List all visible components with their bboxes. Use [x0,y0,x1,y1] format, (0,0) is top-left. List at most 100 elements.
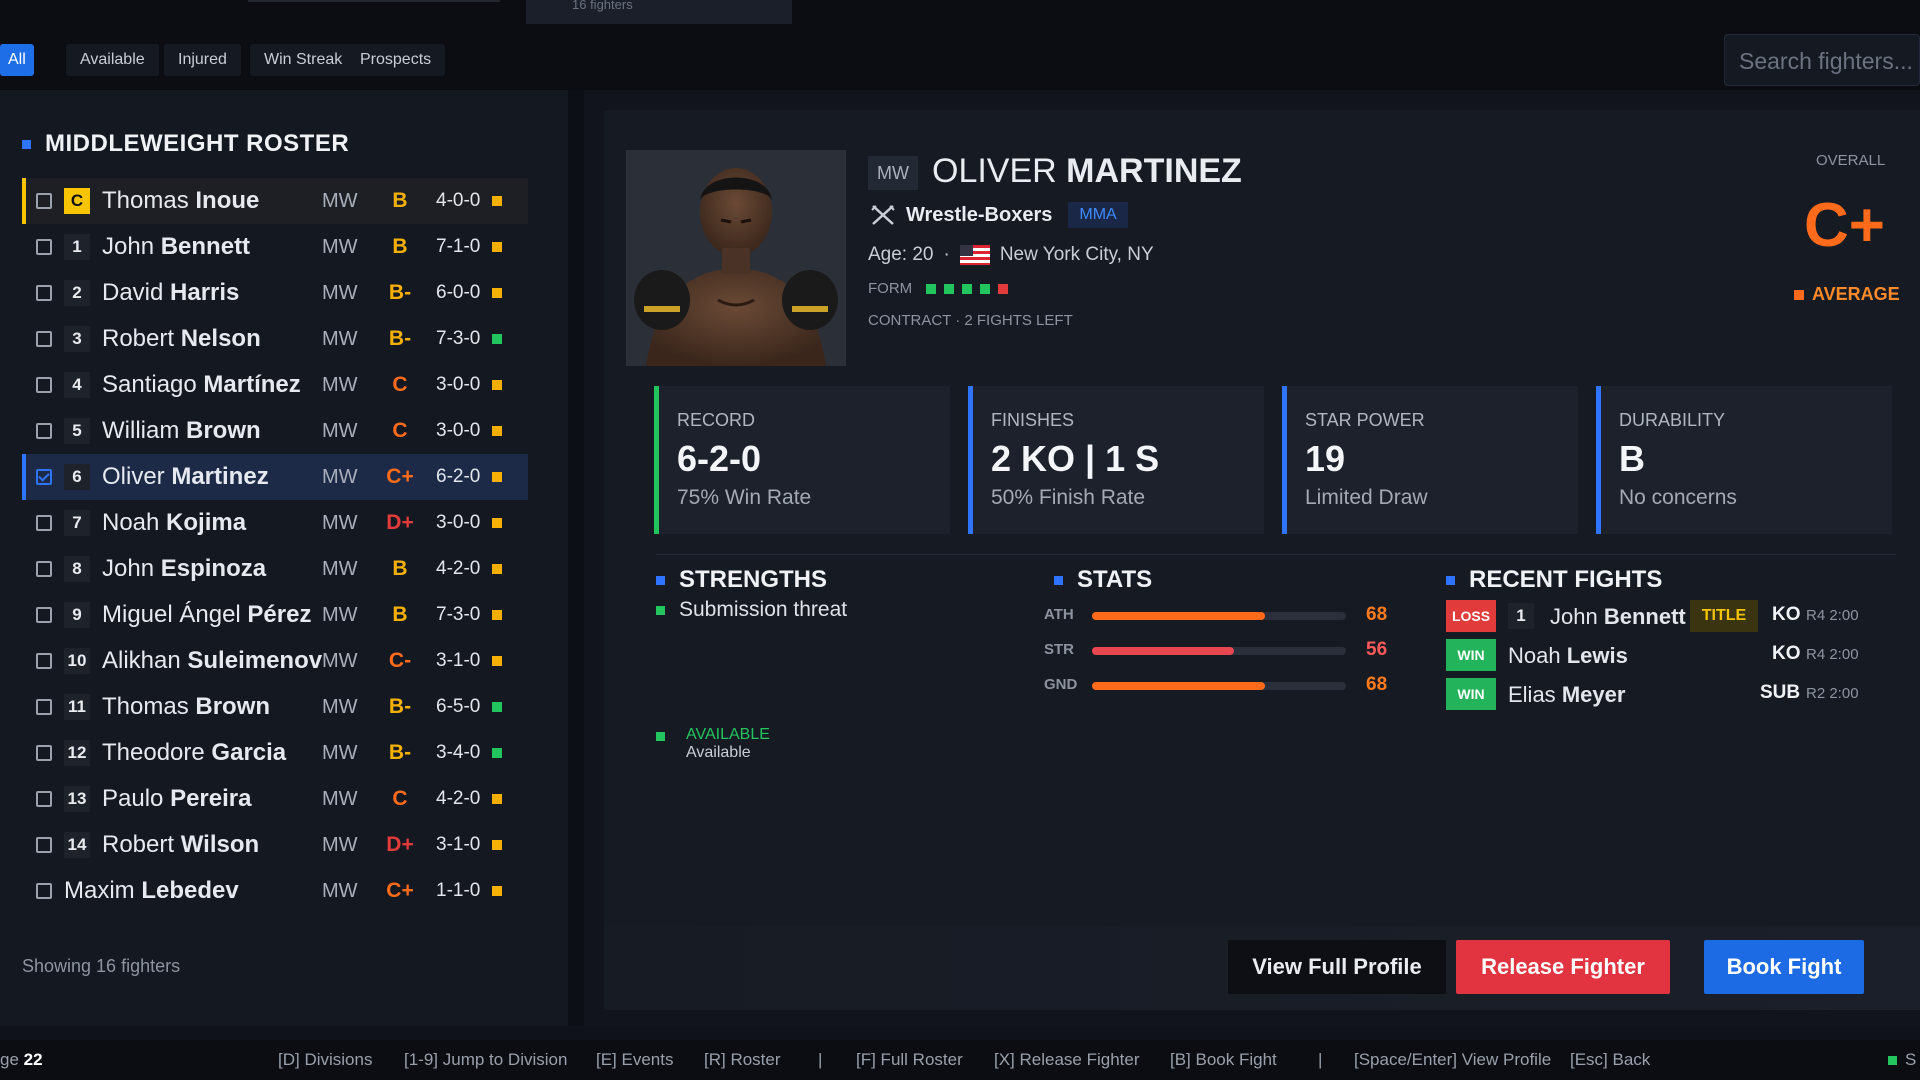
weightclass-tag: MW [868,156,918,190]
weightclass: MW [322,511,358,534]
top-tab-left[interactable] [248,0,500,2]
roster-row[interactable]: 5 William Brown MW C 3-0-0 [22,408,528,454]
fighter-record: 6-5-0 [436,696,481,717]
crossed-swords-icon [871,205,895,225]
opponent-last-name: Meyer [1561,682,1626,707]
fighter-first-name: Noah [102,509,160,536]
status-dot-icon [492,702,502,712]
availability-status-text: AVAILABLE [686,726,770,743]
stats-title: STATS [1077,566,1153,593]
roster-row[interactable]: 3 Robert Nelson MW B- 7-3-0 [22,316,528,362]
row-checkbox[interactable] [36,561,52,577]
filter-injured[interactable]: Injured [164,44,241,76]
roster-row[interactable]: 7 Noah Kojima MW D+ 3-0-0 [22,500,528,546]
form-result-win [962,283,973,294]
fighter-name: William Brown [102,417,312,445]
roster-row[interactable]: 8 John Espinoza MW B 4-2-0 [22,546,528,592]
filter-win-streak[interactable]: Win Streak [250,44,357,76]
search-input[interactable]: Search fighters... [1724,34,1920,86]
rank-badge: 1 [64,234,90,260]
key-hint: [R] Roster [704,1050,781,1069]
roster-row[interactable]: 4 Santiago Martínez MW C 3-0-0 [22,362,528,408]
fighter-last-name: Suleimenov [187,647,323,674]
top-tab-fighters[interactable]: 16 fighters [526,0,792,24]
rank-badge: 5 [64,418,90,444]
age-location-row: Age: 20 · New York City, NY [868,244,1154,266]
filter-all[interactable]: All [0,44,34,76]
stat-fill [1092,682,1265,690]
stat-card-value: 6-2-0 [677,438,762,479]
view-full-profile-button[interactable]: View Full Profile [1228,940,1446,994]
stat-card-record: RECORD 6-2-0 75% Win Rate [654,386,950,534]
row-checkbox[interactable] [36,653,52,669]
roster-row[interactable]: 2 David Harris MW B- 6-0-0 [22,270,528,316]
fighter-name: Noah Kojima [102,509,312,537]
row-checkbox[interactable] [36,377,52,393]
roster-row[interactable]: 6 Oliver Martinez MW C+ 6-2-0 [22,454,528,500]
opponent-first-name: Noah [1508,643,1561,668]
roster-row[interactable]: 14 Robert Wilson MW D+ 3-1-0 [22,822,528,868]
roster-panel: MIDDLEWEIGHT ROSTER C Thomas Inoue MW B 4-0-… [0,90,568,1026]
page-prefix: ge [0,1050,19,1069]
opponent-name: Elias Meyer [1508,682,1625,708]
opponent-rank-badge: 1 [1508,603,1534,629]
fighter-grade: B [392,235,408,258]
row-checkbox[interactable] [36,331,52,347]
status-dot-icon [492,288,502,298]
row-checkbox[interactable] [36,239,52,255]
row-checkbox[interactable] [36,469,52,485]
filter-available[interactable]: Available [66,44,159,76]
stat-bar-str: STR 56 [1044,639,1387,665]
weightclass: MW [322,833,358,856]
fighter-last-name: Pérez [247,601,312,628]
row-checkbox[interactable] [36,515,52,531]
title-fight-badge: TITLE [1690,600,1758,632]
stat-bar-gnd: GND 68 [1044,674,1388,700]
key-hint: [F] Full Roster [856,1050,963,1069]
book-fight-button[interactable]: Book Fight [1704,940,1864,994]
form-result-win [980,283,991,294]
rank-badge: 7 [64,510,90,536]
weightclass: MW [322,879,358,902]
availability-label: Available [686,744,751,761]
fighter-first-name: William [102,417,180,444]
roster-row[interactable]: Maxim Lebedev MW C+ 1-1-0 [22,868,528,914]
fighter-record: 4-0-0 [436,190,481,211]
stat-value: 68 [1366,674,1388,695]
roster-row[interactable]: 11 Thomas Brown MW B- 6-5-0 [22,684,528,730]
roster-row[interactable]: 9 Miguel Ángel Pérez MW B 7-3-0 [22,592,528,638]
row-checkbox[interactable] [36,883,52,899]
fighter-grade: C [392,787,408,810]
row-checkbox[interactable] [36,423,52,439]
roster-row[interactable]: 12 Theodore Garcia MW B- 3-4-0 [22,730,528,776]
key-hint: [Space/Enter] View Profile [1354,1050,1552,1069]
roster-row[interactable]: 10 Alikhan Suleimenov MW C- 3-1-0 [22,638,528,684]
row-checkbox[interactable] [36,607,52,623]
opponent-last-name: Lewis [1566,643,1628,668]
row-checkbox[interactable] [36,791,52,807]
rank-badge: 11 [64,694,90,720]
roster-row[interactable]: 1 John Bennett MW B 7-1-0 [22,224,528,270]
status-dot-icon [492,518,502,528]
opponent-last-name: Bennett [1603,604,1686,629]
row-checkbox[interactable] [36,837,52,853]
recent-fight-row: LOSS 1 John Bennett TITLE KO R4 2:00 [1446,600,1896,634]
stat-track [1092,682,1346,690]
fighter-first-name: Thomas [102,187,189,214]
roster-row[interactable]: 13 Paulo Pereira MW C 4-2-0 [22,776,528,822]
stat-card-label: FINISHES [991,410,1075,430]
release-fighter-button[interactable]: Release Fighter [1456,940,1670,994]
row-checkbox[interactable] [36,193,52,209]
fighter-name: Thomas Brown [102,693,312,721]
row-checkbox[interactable] [36,285,52,301]
filter-prospects[interactable]: Prospects [346,44,446,76]
fight-method: KO [1772,604,1801,625]
status-text: S [1905,1050,1917,1069]
weightclass: MW [322,373,358,396]
row-checkbox[interactable] [36,745,52,761]
row-checkbox[interactable] [36,699,52,715]
status-dot-icon [492,748,502,758]
roster-row[interactable]: C Thomas Inoue MW B 4-0-0 [22,178,528,224]
fighter-record: 3-0-0 [436,420,481,441]
fighter-style-row: Wrestle-Boxers MMA [870,202,1128,228]
